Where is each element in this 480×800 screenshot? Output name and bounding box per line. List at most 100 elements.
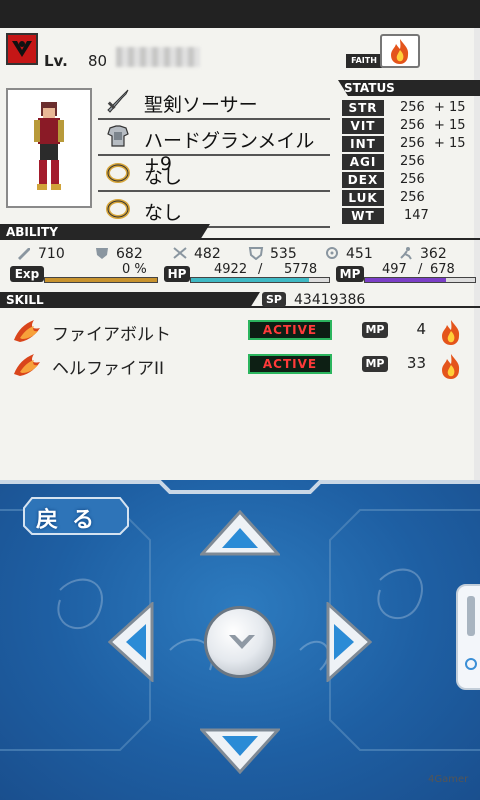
- stat-bonus: + 15: [434, 118, 466, 133]
- virtual-pad: 戻る: [0, 480, 480, 800]
- stat-name: WT: [342, 208, 384, 224]
- ability-divider: [0, 238, 480, 240]
- stat-value: 256: [400, 100, 425, 115]
- mp-separator: /: [418, 262, 423, 277]
- equip-slot-weapon[interactable]: 聖剣ソーサー: [98, 84, 330, 120]
- skill-mp-cost: 33: [406, 354, 426, 372]
- mp-label: MP: [336, 266, 364, 282]
- equip-accessory-2-label: なし: [144, 202, 183, 224]
- stat-row-agi: AGI 256: [342, 154, 478, 172]
- exp-value: 0 %: [122, 262, 147, 277]
- stat-row-vit: VIT 256 + 15: [342, 118, 478, 136]
- stat-value: 256: [400, 190, 425, 205]
- mp-bar-fill: [365, 278, 446, 282]
- ring-icon: [104, 194, 132, 222]
- evasion-icon: [400, 247, 412, 260]
- hp-bar-fill: [191, 278, 309, 282]
- armor-icon: [104, 122, 132, 150]
- status-header: STATUS: [338, 80, 480, 96]
- hp-max: 5778: [284, 262, 318, 277]
- exp-bar: [44, 277, 158, 283]
- sp-label: SP: [262, 292, 286, 307]
- fire-element-icon: [391, 39, 409, 64]
- dpad-right-button[interactable]: [322, 602, 372, 682]
- top-bar: [0, 0, 480, 28]
- side-tab-icon: [465, 596, 477, 670]
- skill-divider: [0, 306, 480, 308]
- ability-magic-attack-value: 482: [194, 246, 221, 262]
- skill-active-badge[interactable]: ACTIVE: [248, 320, 332, 340]
- mp-max: 678: [430, 262, 455, 277]
- side-menu-tab[interactable]: [456, 584, 480, 690]
- character-sprite-icon: [34, 102, 64, 190]
- dpad-down-button[interactable]: [200, 724, 280, 774]
- fire-element-icon: [442, 354, 460, 379]
- mp-current: 497: [382, 262, 407, 277]
- equip-slot-accessory-1[interactable]: なし: [98, 156, 330, 192]
- fire-skill-icon: [14, 320, 40, 342]
- equip-slot-armor[interactable]: ハードグランメイル+9: [98, 120, 330, 175]
- ability-magic-defense-value: 535: [270, 246, 297, 262]
- level-value: 80: [88, 52, 108, 70]
- character-portrait: [6, 88, 92, 208]
- exp-label: Exp: [10, 266, 44, 282]
- fire-element-icon: [442, 320, 460, 345]
- chevron-down-icon: [229, 635, 255, 649]
- ability-accuracy-value: 451: [346, 246, 373, 262]
- watermark-logo: 4Gamer: [428, 774, 469, 785]
- hp-bar: [190, 277, 330, 283]
- ability-attack-value: 710: [38, 246, 65, 262]
- stat-name: DEX: [342, 172, 384, 188]
- stat-value: 256: [400, 136, 425, 151]
- hp-label: HP: [164, 266, 190, 282]
- stat-bonus: + 15: [434, 100, 466, 115]
- sword-icon: [104, 86, 132, 114]
- accuracy-icon: [326, 247, 338, 259]
- stat-value: 256: [400, 172, 425, 187]
- stat-value: 147: [404, 208, 429, 223]
- equip-weapon-label: 聖剣ソーサー: [144, 94, 258, 116]
- faith-button[interactable]: [380, 34, 420, 68]
- skill-row-hell-fire[interactable]: ヘルファイアII ACTIVE MP 33: [0, 350, 480, 380]
- attack-icon: [18, 248, 30, 260]
- stat-row-wt: WT 147: [342, 208, 478, 226]
- dpad-center-button[interactable]: [204, 606, 276, 678]
- player-name-blurred: [116, 47, 200, 67]
- dpad-up-button[interactable]: [200, 510, 280, 560]
- hp-current: 4922: [214, 262, 248, 277]
- skill-active-badge[interactable]: ACTIVE: [248, 354, 332, 374]
- skill-row-fire-bolt[interactable]: ファイアボルト ACTIVE MP 4: [0, 316, 480, 346]
- stat-name: LUK: [342, 190, 384, 206]
- stat-name: AGI: [342, 154, 384, 170]
- skill-name: ファイアボルト: [52, 325, 171, 345]
- skill-mp-cost: 4: [416, 320, 426, 338]
- equip-accessory-1-label: なし: [144, 166, 183, 188]
- stat-row-int: INT 256 + 15: [342, 136, 478, 154]
- magic-defense-icon: [248, 247, 264, 260]
- ability-attack: 710: [16, 246, 65, 264]
- dpad-left-button[interactable]: [108, 602, 158, 682]
- stat-name: STR: [342, 100, 384, 116]
- mp-bar: [364, 277, 476, 283]
- stat-name: INT: [342, 136, 384, 152]
- skill-name: ヘルファイアII: [52, 359, 165, 379]
- ability-evasion-value: 362: [420, 246, 447, 262]
- sp-value: 43419386: [294, 292, 366, 308]
- hp-separator: /: [258, 262, 263, 277]
- ability-accuracy: 451: [324, 246, 373, 264]
- defense-icon: [96, 248, 108, 259]
- stat-row-dex: DEX 256: [342, 172, 478, 190]
- skill-mp-label: MP: [362, 356, 388, 372]
- ability-defense-value: 682: [116, 246, 143, 262]
- stat-value: 256: [400, 118, 425, 133]
- stat-row-str: STR 256 + 15: [342, 100, 478, 118]
- stat-name: VIT: [342, 118, 384, 134]
- faith-label: FAITH: [346, 54, 382, 68]
- level-label: Lv.: [44, 52, 68, 70]
- magic-attack-icon: [173, 247, 187, 259]
- ring-icon: [104, 158, 132, 186]
- fire-skill-icon: [14, 354, 40, 376]
- equip-slot-accessory-2[interactable]: なし: [98, 192, 330, 228]
- guild-emblem-icon: [6, 33, 38, 65]
- stat-value: 256: [400, 154, 425, 169]
